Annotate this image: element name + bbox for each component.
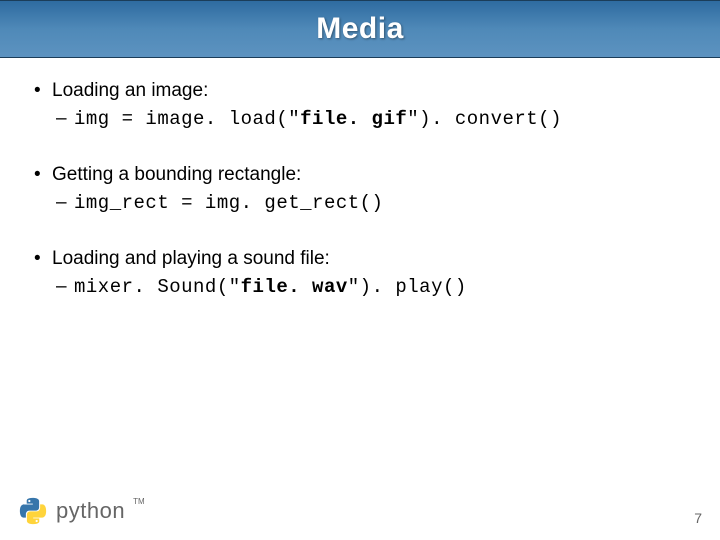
code-1-bold: file. gif bbox=[300, 108, 407, 130]
code-2-prefix: img_rect = img. get_rect() bbox=[74, 192, 383, 214]
slide: Media Loading an image: img = image. loa… bbox=[0, 0, 720, 540]
code-3-suffix: "). play() bbox=[348, 276, 467, 298]
sub-3: mixer. Sound("file. wav"). play() bbox=[30, 276, 690, 298]
page-number: 7 bbox=[694, 510, 702, 526]
sub-2: img_rect = img. get_rect() bbox=[30, 192, 690, 214]
content-area: Loading an image: img = image. load("fil… bbox=[0, 58, 720, 298]
code-3-bold: file. wav bbox=[241, 276, 348, 298]
logo-text: python bbox=[56, 498, 125, 524]
python-logo-icon bbox=[18, 496, 48, 526]
code-1-prefix: img = image. load(" bbox=[74, 108, 300, 130]
title-bar: Media bbox=[0, 0, 720, 58]
slide-title: Media bbox=[316, 12, 404, 46]
code-3-prefix: mixer. Sound(" bbox=[74, 276, 241, 298]
code-1-suffix: "). convert() bbox=[407, 108, 562, 130]
bullet-3: Loading and playing a sound file: bbox=[30, 248, 690, 270]
bullet-2: Getting a bounding rectangle: bbox=[30, 164, 690, 186]
trademark: TM bbox=[133, 497, 145, 506]
python-logo: python TM bbox=[18, 496, 145, 526]
bullet-1: Loading an image: bbox=[30, 80, 690, 102]
sub-1: img = image. load("file. gif"). convert(… bbox=[30, 108, 690, 130]
